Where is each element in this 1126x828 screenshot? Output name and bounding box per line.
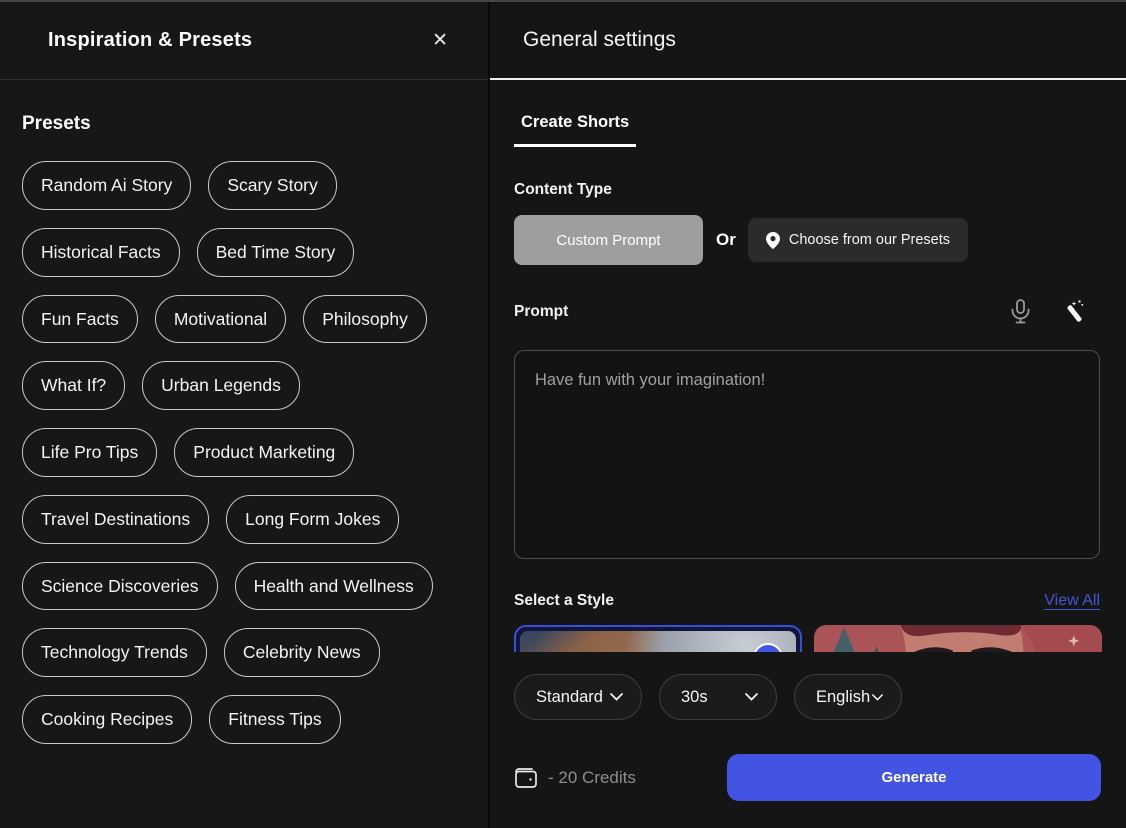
chevron-down-icon [872,694,883,701]
style-row: Select a Style View All [514,592,1100,610]
right-panel-header: General settings [490,2,1126,80]
preset-pill[interactable]: Scary Story [208,161,336,210]
close-icon[interactable]: ✕ [432,31,448,50]
preset-pill[interactable]: Celebrity News [224,628,380,677]
magic-wand-icon[interactable] [1064,300,1086,324]
preset-pill[interactable]: Travel Destinations [22,495,209,544]
view-all-link[interactable]: View All [1044,592,1100,610]
tab-label: Create Shorts [521,113,629,131]
page-title: General settings [523,28,676,52]
preset-pill[interactable]: Historical Facts [22,228,180,277]
content-type-row: Custom Prompt Or Choose from our Presets [514,215,1100,265]
wallet-icon [514,767,538,789]
language-value: English [816,688,870,707]
preset-pill[interactable]: Product Marketing [174,428,354,477]
style-card-list [514,625,1100,652]
preset-pill[interactable]: Health and Wellness [235,562,433,611]
settings-content: Create Shorts Content Type Custom Prompt… [490,80,1126,652]
prompt-icons [1011,299,1100,324]
preset-pill[interactable]: Long Form Jokes [226,495,399,544]
quality-dropdown[interactable]: Standard [514,674,642,720]
quality-value: Standard [536,688,603,707]
preset-pill[interactable]: Urban Legends [142,361,300,410]
bottom-bar: Standard 30s English - 20 Credits [490,652,1126,828]
duration-dropdown[interactable]: 30s [659,674,777,720]
preset-pill[interactable]: Fun Facts [22,295,138,344]
prompt-input[interactable] [514,350,1100,559]
select-style-label: Select a Style [514,592,614,610]
preset-list: Random Ai Story Scary Story Historical Fac… [22,161,452,744]
panel-title: Inspiration & Presets [48,29,252,52]
preset-pill[interactable]: Bed Time Story [197,228,355,277]
choose-presets-button[interactable]: Choose from our Presets [748,218,968,262]
content-type-label: Content Type [514,181,1100,199]
duration-value: 30s [681,688,708,707]
location-pin-icon [766,232,780,249]
preset-pill[interactable]: Cooking Recipes [22,695,192,744]
comic-style-thumbnail [814,625,1102,652]
inspiration-presets-panel: Inspiration & Presets ✕ Presets Random A… [0,2,490,828]
preset-pill[interactable]: Random Ai Story [22,161,191,210]
chevron-down-icon [610,693,623,701]
preset-pill[interactable]: Technology Trends [22,628,207,677]
generate-button[interactable]: Generate [727,754,1101,801]
choose-presets-label: Choose from our Presets [789,232,950,248]
presets-section-title: Presets [22,113,466,135]
style-card-realistic[interactable] [514,625,802,652]
left-panel-header: Inspiration & Presets ✕ [0,2,488,80]
tab-create-shorts[interactable]: Create Shorts [514,113,636,147]
style-card-comic[interactable] [814,625,1102,652]
preset-pill[interactable]: Motivational [155,295,286,344]
language-dropdown[interactable]: English [794,674,902,720]
preset-pill[interactable]: Life Pro Tips [22,428,157,477]
credits-group: - 20 Credits [514,767,636,789]
prompt-row: Prompt [514,299,1100,324]
preset-pill[interactable]: What If? [22,361,125,410]
chevron-down-icon [745,693,758,701]
preset-pill[interactable]: Fitness Tips [209,695,340,744]
custom-prompt-button[interactable]: Custom Prompt [514,215,703,265]
credits-label: - 20 Credits [548,768,636,788]
or-label: Or [716,230,736,250]
prompt-label: Prompt [514,303,568,321]
options-row: Standard 30s English [514,674,1101,720]
footer-row: - 20 Credits Generate [514,754,1101,801]
left-panel-content: Presets Random Ai Story Scary Story Histor… [0,80,488,744]
preset-pill[interactable]: Science Discoveries [22,562,218,611]
preset-pill[interactable]: Philosophy [303,295,427,344]
general-settings-panel: General settings Create Shorts Content T… [490,2,1126,828]
microphone-icon[interactable] [1011,299,1030,324]
